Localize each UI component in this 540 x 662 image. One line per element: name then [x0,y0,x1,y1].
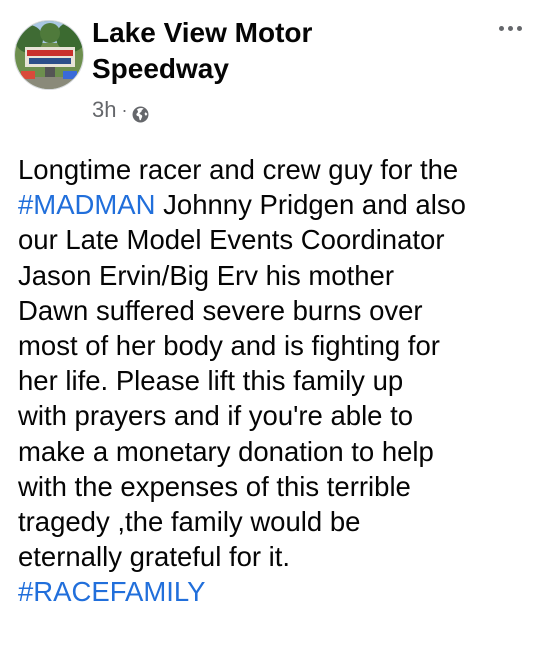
post-text-line: #RACEFAMILY [18,574,528,609]
post-text-line: her life. Please lift this family up [18,365,404,397]
post-text-line: eternally grateful for it. [18,541,291,573]
post-meta: 3h · [92,96,149,124]
post-text-line: make a monetary donation to help [18,435,434,467]
post-text-line: Longtime racer and crew guy for the [18,154,459,185]
more-dot [498,25,504,31]
post-body: Longtime racer and crew guy for the #MAD… [18,152,528,610]
post-timestamp[interactable]: 3h [92,96,116,124]
post-text-fragment: Johnny Pridgen and also [155,189,466,221]
post-text-line: Jason Ervin/Big Erv his mother [18,259,394,291]
page-name-link[interactable]: Lake View Motor Speedway [92,15,422,87]
meta-separator: · [121,100,128,120]
facebook-post: Lake View Motor Speedway 3h · Longtime r… [0,0,540,662]
post-text-line: with prayers and if you're able to [18,400,414,432]
globe-icon[interactable] [132,102,149,122]
more-dot [507,25,513,31]
post-text-line: most of her body and is fighting for [18,330,440,362]
post-text-line: our Late Model Events Coordinator [18,224,445,256]
hashtag-madman-link[interactable]: #MADMAN [18,189,156,220]
post-header: Lake View Motor Speedway 3h · [0,0,540,140]
post-text-line: with the expenses of this terrible [18,470,411,502]
more-dot [516,25,522,31]
page-avatar[interactable] [14,20,84,90]
page-name-line-1: Lake View Motor [92,17,313,48]
hashtag-racefamily-link[interactable]: #RACEFAMILY [18,576,205,607]
page-name-line-2: Speedway [92,53,229,84]
more-options-icon[interactable] [492,16,528,40]
post-text-line: Dawn suffered severe burns over [18,294,423,326]
post-text-line: #MADMAN Johnny Pridgen and also [18,187,528,222]
post-text-line: tragedy ,the family would be [18,506,361,538]
